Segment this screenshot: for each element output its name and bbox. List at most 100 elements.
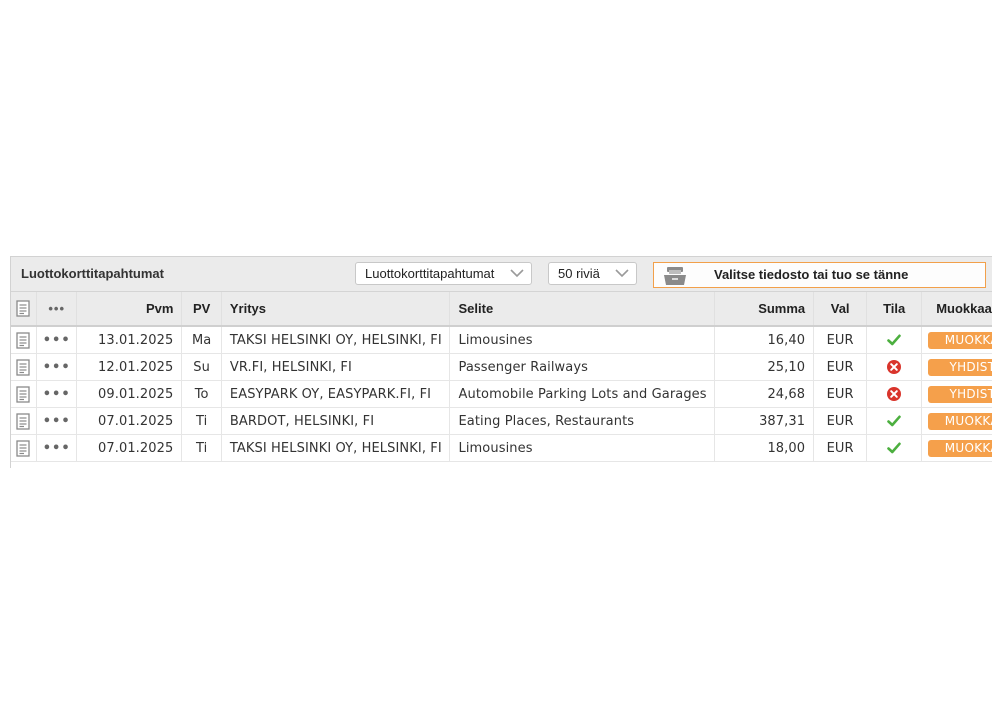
- more-dots-icon[interactable]: •••: [43, 414, 71, 429]
- column-header-status[interactable]: Tila: [866, 292, 923, 327]
- row-more-cell[interactable]: •••: [36, 434, 78, 462]
- row-document-cell[interactable]: [11, 353, 37, 381]
- row-currency: EUR: [813, 407, 868, 435]
- row-currency: EUR: [813, 326, 868, 354]
- row-day: Ti: [181, 407, 222, 435]
- row-date: 12.01.2025: [76, 353, 183, 381]
- table-row[interactable]: ••• 09.01.2025 To EASYPARK OY, EASYPARK.…: [11, 380, 992, 408]
- row-description: Automobile Parking Lots and Garages: [449, 380, 716, 408]
- row-amount: 16,40: [714, 326, 815, 354]
- row-company: EASYPARK OY, EASYPARK.FI, FI: [221, 380, 451, 408]
- row-more-cell[interactable]: •••: [36, 407, 78, 435]
- row-day: Ma: [181, 326, 222, 354]
- row-action-cell: MUOKKAA: [921, 326, 992, 354]
- column-header-day[interactable]: PV: [181, 292, 222, 327]
- panel-title: Luottokorttitapahtumat: [21, 266, 164, 281]
- column-header-more[interactable]: •••: [36, 292, 78, 327]
- edit-button[interactable]: MUOKKAA: [928, 439, 992, 457]
- combine-button[interactable]: YHDISTÄ: [928, 358, 992, 376]
- row-document-cell[interactable]: [11, 434, 37, 462]
- row-document-cell[interactable]: [11, 326, 37, 354]
- row-action-cell: MUOKKAA: [921, 434, 992, 462]
- row-description: Limousines: [449, 326, 716, 354]
- rows-per-page-select[interactable]: 50 riviä: [548, 262, 637, 285]
- check-icon: [887, 442, 901, 454]
- row-status: [866, 380, 923, 408]
- row-date: 09.01.2025: [76, 380, 183, 408]
- table-row[interactable]: ••• 12.01.2025 Su VR.FI, HELSINKI, FI Pa…: [11, 353, 992, 381]
- row-status: [866, 353, 923, 381]
- row-action-cell: YHDISTÄ: [921, 380, 992, 408]
- row-company: TAKSI HELSINKI OY, HELSINKI, FI: [221, 326, 451, 354]
- row-amount: 387,31: [714, 407, 815, 435]
- document-icon[interactable]: [16, 385, 31, 403]
- table-row[interactable]: ••• 13.01.2025 Ma TAKSI HELSINKI OY, HEL…: [11, 326, 992, 354]
- transactions-panel: Luottokorttitapahtumat Luottokorttitapah…: [10, 256, 992, 468]
- file-dropzone[interactable]: Valitse tiedosto tai tuo se tänne: [653, 262, 986, 288]
- column-header-description[interactable]: Selite: [449, 292, 716, 327]
- edit-button[interactable]: MUOKKAA: [928, 412, 992, 430]
- row-day: Su: [181, 353, 222, 381]
- row-more-cell[interactable]: •••: [36, 380, 78, 408]
- row-currency: EUR: [813, 434, 868, 462]
- document-icon[interactable]: [16, 358, 31, 376]
- column-header-currency[interactable]: Val: [813, 292, 868, 327]
- row-date: 07.01.2025: [76, 407, 183, 435]
- error-circle-icon: [887, 360, 902, 374]
- row-action-cell: MUOKKAA: [921, 407, 992, 435]
- more-dots-icon[interactable]: •••: [43, 333, 71, 348]
- combine-button[interactable]: YHDISTÄ: [928, 385, 992, 403]
- row-more-cell[interactable]: •••: [36, 326, 78, 354]
- row-amount: 18,00: [714, 434, 815, 462]
- document-icon[interactable]: [16, 331, 31, 349]
- row-action-cell: YHDISTÄ: [921, 353, 992, 381]
- document-icon[interactable]: [16, 439, 31, 457]
- table-row[interactable]: ••• 07.01.2025 Ti TAKSI HELSINKI OY, HEL…: [11, 434, 992, 462]
- row-more-cell[interactable]: •••: [36, 353, 78, 381]
- file-tray-icon: [664, 267, 686, 285]
- panel-toolbar: Luottokorttitapahtumat Luottokorttitapah…: [11, 257, 992, 292]
- more-dots-icon: •••: [48, 301, 66, 316]
- row-company: TAKSI HELSINKI OY, HELSINKI, FI: [221, 434, 451, 462]
- column-header-date[interactable]: Pvm: [76, 292, 183, 327]
- row-day: Ti: [181, 434, 222, 462]
- row-currency: EUR: [813, 353, 868, 381]
- transaction-type-select[interactable]: Luottokorttitapahtumat: [355, 262, 532, 285]
- row-day: To: [181, 380, 222, 408]
- more-dots-icon[interactable]: •••: [43, 387, 71, 402]
- more-dots-icon[interactable]: •••: [43, 360, 71, 375]
- document-icon: [16, 300, 31, 317]
- column-header-amount[interactable]: Summa: [714, 292, 815, 327]
- row-status: [866, 407, 923, 435]
- row-document-cell[interactable]: [11, 407, 37, 435]
- transactions-table: ••• Pvm PV Yritys Selite Summa Val Tila …: [11, 292, 992, 462]
- document-icon[interactable]: [16, 412, 31, 430]
- row-company: BARDOT, HELSINKI, FI: [221, 407, 451, 435]
- row-date: 07.01.2025: [76, 434, 183, 462]
- check-icon: [887, 334, 901, 346]
- transaction-type-value: Luottokorttitapahtumat: [365, 266, 495, 281]
- row-document-cell[interactable]: [11, 380, 37, 408]
- more-dots-icon[interactable]: •••: [43, 441, 71, 456]
- row-company: VR.FI, HELSINKI, FI: [221, 353, 451, 381]
- chevron-down-icon: [615, 269, 629, 278]
- row-description: Eating Places, Restaurants: [449, 407, 716, 435]
- column-header-company[interactable]: Yritys: [221, 292, 451, 327]
- column-header-edit: Muokkaa: [921, 292, 992, 327]
- column-header-icon: [11, 292, 37, 327]
- row-amount: 24,68: [714, 380, 815, 408]
- edit-button[interactable]: MUOKKAA: [928, 331, 992, 349]
- row-status: [866, 434, 923, 462]
- row-date: 13.01.2025: [76, 326, 183, 354]
- table-header-row: ••• Pvm PV Yritys Selite Summa Val Tila …: [11, 292, 992, 327]
- row-amount: 25,10: [714, 353, 815, 381]
- rows-per-page-value: 50 riviä: [558, 266, 600, 281]
- table-row[interactable]: ••• 07.01.2025 Ti BARDOT, HELSINKI, FI E…: [11, 407, 992, 435]
- row-description: Passenger Railways: [449, 353, 716, 381]
- row-status: [866, 326, 923, 354]
- error-circle-icon: [887, 387, 902, 401]
- row-currency: EUR: [813, 380, 868, 408]
- check-icon: [887, 415, 901, 427]
- chevron-down-icon: [510, 269, 524, 278]
- row-description: Limousines: [449, 434, 716, 462]
